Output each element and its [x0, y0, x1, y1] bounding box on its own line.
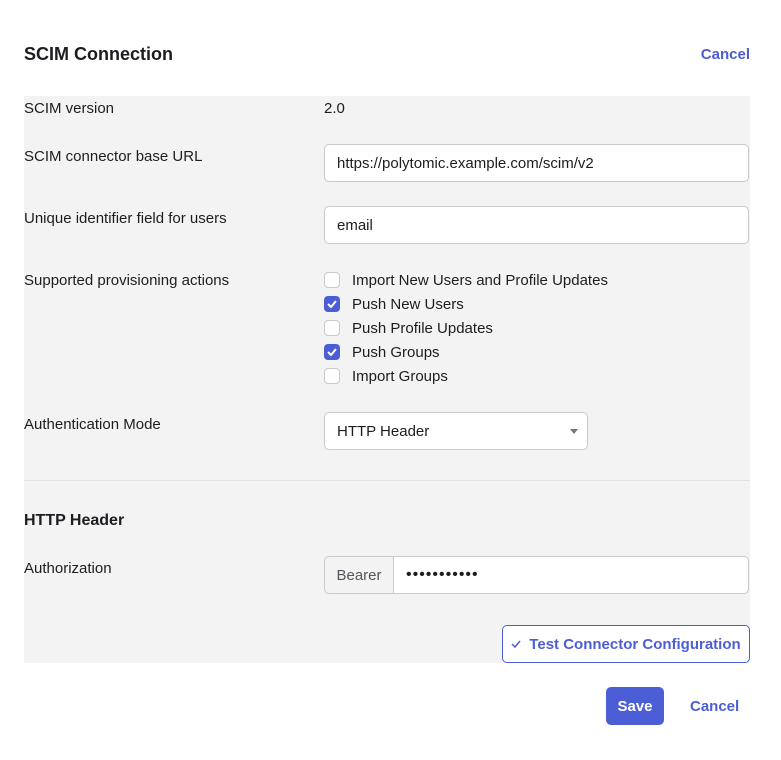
- checkbox-label: Push Groups: [352, 343, 440, 361]
- header-cancel-button[interactable]: Cancel: [701, 46, 750, 63]
- footer-cancel-button[interactable]: Cancel: [690, 698, 739, 715]
- scim-version-value: 2.0: [324, 100, 345, 117]
- checkbox-push-groups[interactable]: Push Groups: [324, 340, 608, 364]
- authorization-input-group: Bearer •••••••••••: [324, 556, 749, 594]
- bearer-prefix: Bearer: [324, 556, 393, 594]
- page-title: SCIM Connection: [24, 43, 173, 64]
- modal-header: SCIM Connection Cancel: [24, 40, 750, 68]
- checkbox-box[interactable]: [324, 344, 340, 360]
- provisioning-checklist: Import New Users and Profile Updates Pus…: [324, 268, 608, 388]
- check-icon: [327, 300, 337, 308]
- checkbox-label: Import Groups: [352, 367, 448, 385]
- unique-id-label: Unique identifier field for users: [24, 210, 227, 227]
- checkbox-box[interactable]: [324, 272, 340, 288]
- section-divider: [24, 480, 750, 481]
- auth-mode-selected: HTTP Header: [337, 422, 430, 440]
- base-url-label: SCIM connector base URL: [24, 148, 203, 165]
- modal-footer: Save Cancel: [0, 687, 781, 725]
- http-header-title: HTTP Header: [24, 512, 125, 529]
- checkbox-push-new-users[interactable]: Push New Users: [324, 292, 608, 316]
- base-url-input[interactable]: https://polytomic.example.com/scim/v2: [324, 144, 749, 182]
- settings-panel: SCIM version 2.0 SCIM connector base URL…: [24, 96, 750, 663]
- checkbox-label: Push New Users: [352, 295, 464, 313]
- auth-mode-select[interactable]: HTTP Header: [324, 412, 588, 450]
- checkbox-label: Push Profile Updates: [352, 319, 493, 337]
- save-button[interactable]: Save: [606, 687, 664, 725]
- checkbox-label: Import New Users and Profile Updates: [352, 271, 608, 289]
- checkbox-box[interactable]: [324, 368, 340, 384]
- authorization-label: Authorization: [24, 560, 112, 577]
- checkbox-import-new-users[interactable]: Import New Users and Profile Updates: [324, 268, 608, 292]
- check-icon: [327, 348, 337, 356]
- unique-id-input[interactable]: email: [324, 206, 749, 244]
- authorization-token-input[interactable]: •••••••••••: [393, 556, 749, 594]
- caret-down-icon: [570, 428, 578, 434]
- provisioning-label: Supported provisioning actions: [24, 272, 230, 289]
- checkbox-push-profile-updates[interactable]: Push Profile Updates: [324, 316, 608, 340]
- test-connector-label: Test Connector Configuration: [529, 635, 741, 653]
- checkbox-box[interactable]: [324, 320, 340, 336]
- check-icon: [511, 640, 521, 648]
- auth-mode-label: Authentication Mode: [24, 416, 161, 433]
- checkbox-box[interactable]: [324, 296, 340, 312]
- checkbox-import-groups[interactable]: Import Groups: [324, 364, 608, 388]
- test-connector-button[interactable]: Test Connector Configuration: [502, 625, 750, 663]
- scim-version-label: SCIM version: [24, 100, 115, 117]
